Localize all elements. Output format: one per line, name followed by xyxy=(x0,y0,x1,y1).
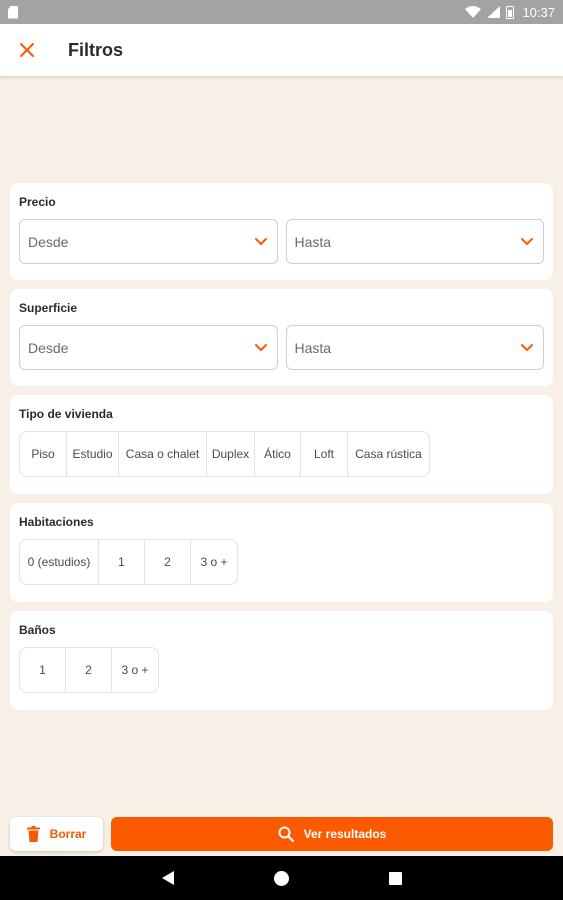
precio-desde-label: Desde xyxy=(28,233,69,250)
borrar-label: Borrar xyxy=(49,827,87,841)
option-atico[interactable]: Ático xyxy=(255,432,301,476)
trash-icon xyxy=(26,826,40,842)
status-bar: 10:37 xyxy=(0,0,563,24)
close-icon xyxy=(20,43,34,57)
option-2[interactable]: 2 xyxy=(66,648,112,692)
superficie-hasta-label: Hasta xyxy=(294,339,332,356)
sd-card-icon xyxy=(8,5,18,19)
signal-icon xyxy=(487,6,501,18)
habitaciones-card: Habitaciones 0 (estudios) 1 2 3 o + xyxy=(10,503,553,602)
borrar-button[interactable]: Borrar xyxy=(10,817,103,851)
superficie-title: Superficie xyxy=(19,301,78,315)
precio-title: Precio xyxy=(19,195,56,209)
option-casa-chalet[interactable]: Casa o chalet xyxy=(119,432,207,476)
precio-hasta-select[interactable]: Hasta xyxy=(285,219,544,264)
option-3-mas[interactable]: 3 o + xyxy=(112,648,158,692)
chevron-down-icon xyxy=(254,237,267,245)
superficie-desde-select[interactable]: Desde xyxy=(19,325,278,370)
precio-desde-select[interactable]: Desde xyxy=(19,219,278,264)
banos-card: Baños 1 2 3 o + xyxy=(10,611,553,710)
option-0-estudios[interactable]: 0 (estudios) xyxy=(20,540,99,584)
option-estudio[interactable]: Estudio xyxy=(67,432,119,476)
precio-hasta-label: Hasta xyxy=(294,233,332,250)
option-loft[interactable]: Loft xyxy=(301,432,348,476)
option-3-mas[interactable]: 3 o + xyxy=(191,540,237,584)
superficie-desde-label: Desde xyxy=(28,339,69,356)
search-icon xyxy=(278,826,294,842)
status-time: 10:37 xyxy=(522,4,555,20)
tipo-vivienda-options: Piso Estudio Casa o chalet Duplex Ático … xyxy=(19,431,430,477)
recent-apps-icon[interactable] xyxy=(388,871,402,885)
chevron-down-icon xyxy=(521,343,533,351)
app-bar: Filtros xyxy=(0,24,563,76)
bottom-action-bar: Borrar Ver resultados xyxy=(0,812,563,856)
close-button[interactable] xyxy=(0,24,54,76)
habitaciones-options: 0 (estudios) 1 2 3 o + xyxy=(19,539,238,585)
superficie-card: Superficie Desde Hasta xyxy=(10,289,553,386)
option-casa-rustica[interactable]: Casa rústica xyxy=(348,432,429,476)
back-icon[interactable] xyxy=(161,871,174,885)
option-duplex[interactable]: Duplex xyxy=(207,432,255,476)
option-2[interactable]: 2 xyxy=(145,540,191,584)
ver-resultados-label: Ver resultados xyxy=(303,827,387,841)
tipo-vivienda-card: Tipo de vivienda Piso Estudio Casa o cha… xyxy=(10,395,553,494)
tipo-vivienda-title: Tipo de vivienda xyxy=(19,407,113,421)
superficie-hasta-select[interactable]: Hasta xyxy=(285,325,544,370)
option-1[interactable]: 1 xyxy=(99,540,145,584)
page-title: Filtros xyxy=(68,39,124,60)
chevron-down-icon xyxy=(254,343,267,351)
banos-title: Baños xyxy=(19,623,56,637)
precio-card: Precio Desde Hasta xyxy=(10,183,553,280)
system-nav-bar xyxy=(0,856,563,900)
ver-resultados-button[interactable]: Ver resultados xyxy=(111,817,553,851)
wifi-icon xyxy=(465,6,482,18)
battery-icon xyxy=(506,5,515,19)
home-icon[interactable] xyxy=(273,870,289,886)
habitaciones-title: Habitaciones xyxy=(19,515,94,529)
chevron-down-icon xyxy=(521,237,533,245)
option-1[interactable]: 1 xyxy=(20,648,66,692)
option-piso[interactable]: Piso xyxy=(20,432,67,476)
banos-options: 1 2 3 o + xyxy=(19,647,159,693)
